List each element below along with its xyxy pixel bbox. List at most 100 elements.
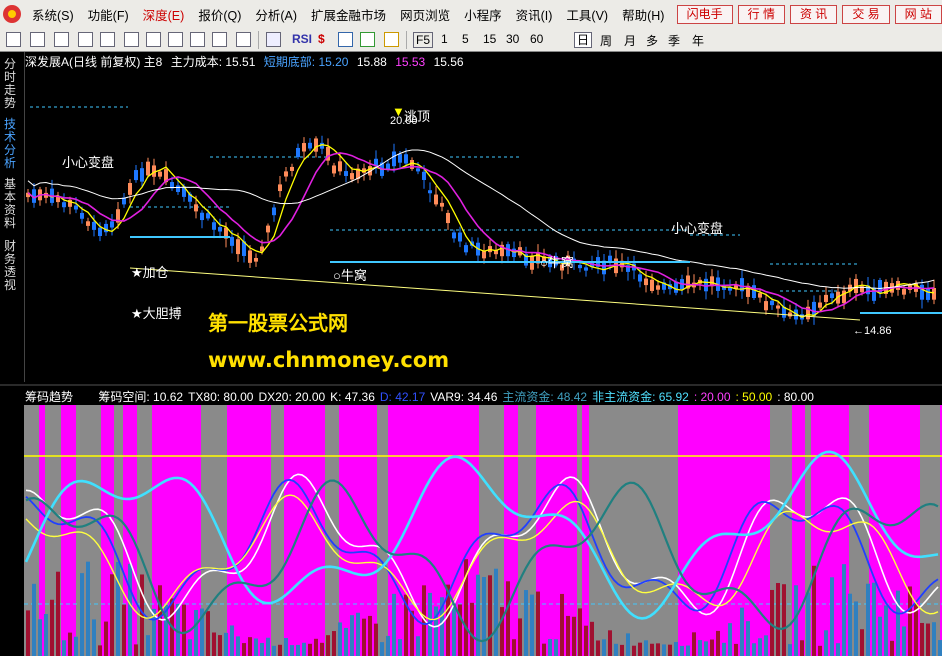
indicator-value-8: : 20.00 [693,390,731,404]
volume-bar [554,639,558,656]
volume-bar [278,644,282,656]
candle-body [824,294,828,302]
volume-bar [632,645,636,656]
short-bottom-value-2: 15.88 [356,55,387,69]
volume-bar [518,618,522,656]
volume-bar [782,584,786,656]
candle-body [764,301,768,311]
candle-body [926,288,930,300]
volume-bar [614,643,618,656]
volume-bar [650,643,654,656]
candle-body [140,168,144,182]
volume-bar [524,590,528,656]
volume-bar [668,644,672,656]
candle-body [176,185,180,192]
volume-bar [722,642,726,656]
candle-body [56,196,60,203]
candle-body [404,154,408,164]
candle-body [464,245,468,253]
volume-bar [104,621,108,656]
candle-body [482,251,486,259]
volume-bar [698,640,702,656]
volume-bar [392,593,396,656]
candle-body [284,171,288,177]
candle-body [110,221,114,228]
volume-bar [326,635,330,656]
volume-bar [638,642,642,656]
volume-bar [122,604,126,656]
volume-bar [50,599,54,656]
volume-bar [830,577,834,656]
short-bottom-value-4: 15.56 [433,55,464,69]
indicator-name[interactable]: 筹码趋势 [25,390,73,404]
bold-bet-label: ★大胆搏 [131,306,182,321]
candle-body [638,274,642,282]
candle-body [248,250,252,263]
volume-bar [686,645,690,656]
candle-body [200,212,204,221]
volume-bar [350,615,354,656]
volume-bar [800,640,804,656]
volume-bar [68,632,72,656]
volume-bar [926,623,930,656]
indicator-value-3: K: 47.36 [330,390,375,404]
volume-bar [572,616,576,656]
candle-body [98,227,102,237]
indicator-value-0: 筹码空间: 10.62 [98,390,184,404]
signal-band [284,405,290,656]
candle-body [128,183,132,195]
volume-bar [860,629,864,656]
volume-bar [188,639,192,656]
candle-body [932,288,936,300]
bull-nest-label-2: ○牛窝 [540,255,574,270]
candle-body [296,147,300,158]
volume-bar [116,561,120,656]
indicator-value-4: D: 42.17 [379,390,426,404]
candle-body [458,232,462,242]
volume-bar [368,615,372,656]
volume-bar [560,593,564,656]
kline-chart-area[interactable] [0,0,942,656]
candle-body [308,142,312,149]
volume-bar [482,577,486,656]
volume-bar [248,637,252,656]
volume-bar [752,643,756,656]
candle-body [920,284,924,300]
short-bottom-value-3: 15.53 [395,55,426,69]
volume-bar [338,622,342,656]
volume-bar [740,607,744,656]
volume-bar [824,630,828,656]
candle-body [134,170,138,181]
signal-band [227,405,247,656]
volume-bar [806,592,810,656]
volume-bar [692,632,696,656]
volume-bar [398,639,402,656]
volume-bar [836,643,840,656]
volume-bar [380,642,384,656]
caution-label-1: 小心变盘 [62,155,115,170]
volume-bar [272,645,276,656]
volume-bar [260,642,264,656]
volume-bar [332,631,336,656]
candle-body [254,258,258,262]
volume-bar [110,574,114,656]
volume-bar [44,613,48,656]
cost-value: 15.51 [225,55,256,69]
volume-bar [362,618,366,656]
volume-bar [284,638,288,656]
indicator-values: 筹码空间: 10.62 TX80: 80.00 DX20: 20.00 K: 47.3… [98,390,819,404]
indicator-value-5: VAR9: 34.46 [430,390,498,404]
volume-bar [872,582,876,656]
signal-band [377,405,388,656]
signal-band [247,405,271,656]
volume-bar [890,640,894,656]
caution-label-2: 小心变盘 [671,221,724,236]
volume-bar [746,621,750,656]
volume-bar [290,645,294,656]
signal-band [582,405,589,656]
candle-body [194,204,198,212]
volume-bar [128,563,132,656]
volume-bar [182,604,186,656]
candle-body [830,293,834,299]
volume-bar [548,639,552,656]
